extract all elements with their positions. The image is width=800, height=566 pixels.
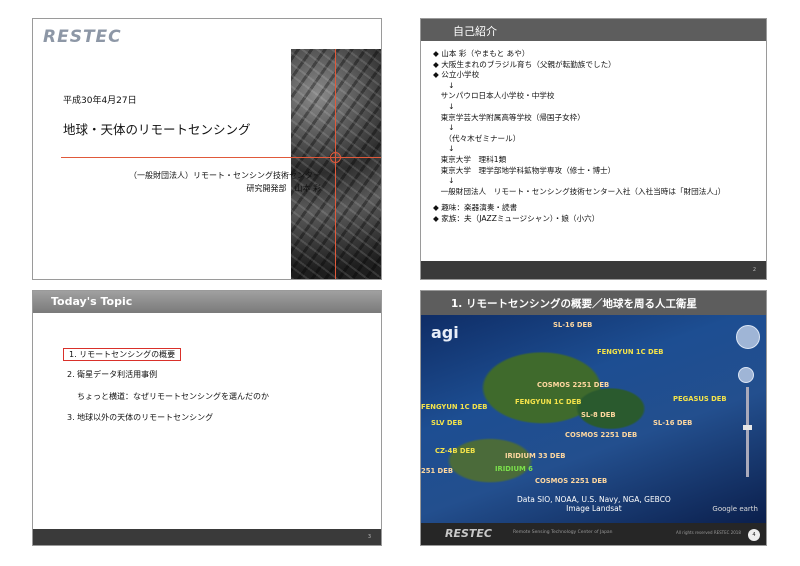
- zoom-slider-knob: [743, 425, 752, 430]
- slide-title: RESTEC 平成30年4月27日 地球・天体のリモートセンシング （一般財団法…: [32, 18, 382, 280]
- intro-list: ◆ 山本 彩（やまもと あや） ◆ 大阪生まれのブラジル育ち（父親が転勤族でした）…: [433, 49, 725, 225]
- slide-heading: 自己紹介: [453, 25, 497, 38]
- satellite-label: SL-8 DEB: [581, 411, 616, 419]
- satellite-label: SLV DEB: [431, 419, 463, 427]
- intro-line: ↓: [433, 144, 455, 154]
- satellite-label: SL-16 DEB: [553, 321, 593, 329]
- satellite-label: FENGYUN 1C DEB: [515, 398, 582, 406]
- map-data-credit: Data SIO, NOAA, U.S. Navy, NGA, GEBCO Im…: [517, 495, 671, 513]
- credit-line: Data SIO, NOAA, U.S. Navy, NGA, GEBCO: [517, 495, 671, 504]
- satellite-label: FENGYUN 1C DEB: [597, 348, 664, 356]
- earth-map: agi Data SIO, NOAA, U.S. Navy, NGA, GEBC…: [421, 315, 766, 523]
- satellite-label: SL-16 DEB: [653, 419, 693, 427]
- intro-line: ↓: [433, 101, 455, 111]
- slide-footer: 3: [33, 529, 381, 545]
- intro-line: ◆ 大阪生まれのブラジル育ち（父親が転勤族でした）: [433, 59, 616, 69]
- intro-line: ◆ 公立小学校: [433, 70, 480, 80]
- intro-line: ◆ 山本 彩（やまもと あや）: [433, 49, 530, 58]
- satellite-label: 251 DEB: [421, 467, 454, 475]
- presentation-title: 地球・天体のリモートセンシング: [63, 122, 251, 137]
- satellite-label: PEGASUS DEB: [673, 395, 727, 403]
- topic-item-aside: ちょっと横道：なぜリモートセンシングを選んだのか: [77, 392, 269, 401]
- agi-logo: agi: [431, 323, 459, 342]
- intro-line: 東京大学 理学部地学科鉱物学専攻（修士・博士）: [433, 165, 616, 175]
- slide-todays-topic: Today's Topic 1. リモートセンシングの概要 2. 衛星データ利活…: [32, 290, 382, 546]
- slide-heading: Today's Topic: [51, 295, 133, 308]
- intro-line: （代々木ゼミナール）: [433, 133, 521, 143]
- footer-rights: All rights reserved RESTEC 2018: [676, 530, 741, 535]
- credit-line: Image Landsat: [566, 504, 622, 513]
- satellite-image: [291, 49, 381, 279]
- intro-line: 一般財団法人 リモート・センシング技術センター入社（入社当時は「財団法人」）: [433, 186, 726, 196]
- slide-self-intro: 自己紹介 ◆ 山本 彩（やまもと あや） ◆ 大阪生まれのブラジル育ち（父親が転勤…: [420, 18, 767, 280]
- topic-item: 3. 地球以外の天体のリモートセンシング: [67, 413, 214, 422]
- google-earth-credit: Google earth: [712, 505, 758, 513]
- zoom-control-icon: [738, 367, 754, 383]
- restec-logo: RESTEC: [445, 527, 492, 540]
- slide-header: 自己紹介: [421, 19, 766, 41]
- satellite-label: COSMOS 2251 DEB: [537, 381, 610, 389]
- topic-item: 2. 衛星データ利活用事例: [67, 370, 158, 379]
- page-number: 4: [748, 529, 760, 541]
- org-line: 研究開発部 山本 彩: [246, 184, 321, 193]
- slide-header: 1. リモートセンシングの概要／地球を周る人工衛星: [421, 291, 766, 315]
- satellite-label: IRIDIUM 6: [495, 465, 533, 473]
- intro-line: 東京学芸大学附属高等学校（帰国子女枠）: [433, 112, 585, 122]
- intro-line: 東京大学 理科1類: [433, 154, 507, 164]
- slide-header: Today's Topic: [33, 291, 381, 313]
- satellite-label: COSMOS 2251 DEB: [565, 431, 638, 439]
- slide-footer: 2: [421, 261, 766, 279]
- slide-heading: 1. リモートセンシングの概要／地球を周る人工衛星: [451, 298, 697, 310]
- restec-logo: RESTEC: [43, 27, 122, 47]
- satellite-label: IRIDIUM 33 DEB: [505, 452, 566, 460]
- presenter-affiliation: （一般財団法人）リモート・センシング技術センター 研究開発部 山本 彩: [129, 169, 321, 195]
- crosshair-vertical: [335, 49, 336, 279]
- navigation-control-icon: [736, 325, 760, 349]
- intro-line: ◆ 家族：夫（JAZZミュージシャン）・娘（小六）: [433, 213, 600, 223]
- page-number: 3: [367, 534, 371, 540]
- satellite-label: FENGYUN 1C DEB: [421, 403, 488, 411]
- presentation-date: 平成30年4月27日: [63, 96, 137, 106]
- topic-item-highlighted: 1. リモートセンシングの概要: [63, 348, 182, 361]
- org-line: （一般財団法人）リモート・センシング技術センター: [129, 171, 321, 180]
- satellite-label: CZ-4B DEB: [435, 447, 476, 455]
- page-number: 2: [752, 267, 756, 273]
- intro-line: ◆ 趣味：楽器演奏・読書: [433, 203, 518, 213]
- intro-line: サンパウロ日本人小学校・中学校: [433, 91, 555, 101]
- satellite-label: COSMOS 2251 DEB: [535, 477, 608, 485]
- intro-line: ↓: [433, 80, 455, 90]
- footer-org-name: Remote Sensing Technology Center of Japa…: [513, 530, 613, 535]
- intro-line: ↓: [433, 176, 455, 186]
- crosshair-center: [330, 152, 341, 163]
- intro-line: ↓: [433, 123, 455, 133]
- zoom-slider-track: [746, 387, 749, 477]
- slide-footer: RESTEC Remote Sensing Technology Center …: [421, 523, 766, 545]
- slide-satellites: 1. リモートセンシングの概要／地球を周る人工衛星 agi Data SIO, …: [420, 290, 767, 546]
